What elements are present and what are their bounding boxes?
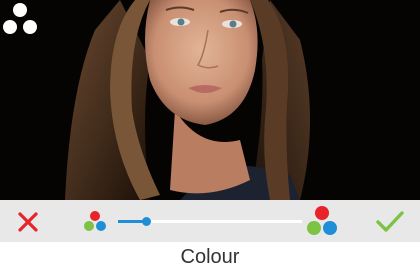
three-dots-icon[interactable]: [0, 0, 40, 40]
checkmark-icon: [376, 211, 404, 232]
colour-slider[interactable]: [118, 212, 302, 230]
video-screen: [0, 0, 420, 242]
portrait-image: [0, 0, 420, 200]
slider-thumb[interactable]: [141, 217, 151, 226]
close-icon: [18, 212, 38, 232]
confirm-button[interactable]: [374, 207, 406, 237]
camera-image: [0, 0, 420, 200]
setting-label: Colour: [180, 246, 240, 268]
colour-high-icon: [307, 206, 337, 235]
adjust-toolbar: [0, 200, 420, 242]
colour-low-icon: [84, 211, 106, 231]
cancel-button[interactable]: [14, 208, 42, 236]
